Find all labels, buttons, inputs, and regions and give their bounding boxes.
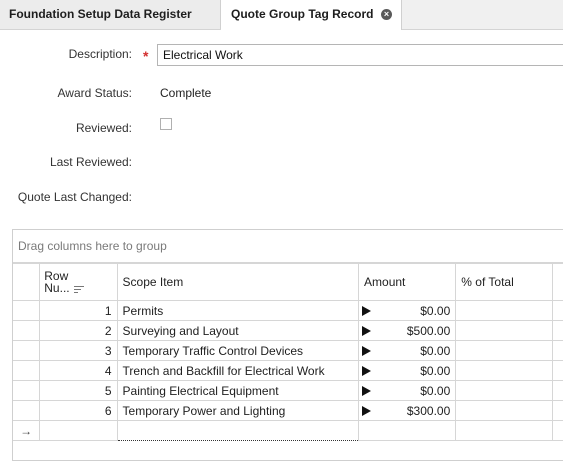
reviewed-label: Reviewed: — [75, 121, 132, 135]
arrow-right-icon: → — [13, 420, 41, 441]
play-triangle-icon[interactable] — [362, 306, 372, 316]
tab-label: Quote Group Tag Record — [231, 7, 374, 21]
tab-bar: Foundation Setup Data Register Quote Gro… — [0, 0, 563, 30]
last-reviewed-label: Last Reviewed: — [49, 155, 132, 169]
row-indicator[interactable] — [13, 400, 41, 421]
percent-total-cell[interactable] — [455, 320, 554, 341]
column-header-row-number[interactable]: Row Nu... — [39, 263, 118, 301]
amount-value: $0.00 — [420, 383, 451, 398]
extra-cell — [552, 380, 563, 401]
percent-total-cell[interactable] — [455, 380, 554, 401]
scope-items-grid: Drag columns here to group Row Nu... Sco… — [12, 229, 563, 461]
table-row[interactable]: 3 Temporary Traffic Control Devices $0.00 — [13, 340, 563, 361]
table-row[interactable]: 6 Temporary Power and Lighting $300.00 — [13, 400, 563, 421]
scope-items-table: Row Nu... Scope Item Amount % of Total 1… — [13, 263, 563, 441]
award-status-label: Award Status: — [57, 86, 132, 100]
amount-value: $0.00 — [420, 303, 451, 318]
column-header-amount[interactable]: Amount — [358, 263, 457, 301]
new-row-number-cell[interactable] — [39, 420, 118, 441]
scope-item-cell[interactable]: Surveying and Layout — [116, 320, 360, 341]
extra-cell — [552, 360, 563, 381]
percent-total-cell[interactable] — [455, 300, 554, 321]
scope-item-cell[interactable]: Temporary Traffic Control Devices — [116, 340, 360, 361]
row-number-cell[interactable]: 3 — [39, 340, 118, 361]
play-triangle-icon[interactable] — [362, 346, 372, 356]
percent-total-cell[interactable] — [455, 360, 554, 381]
table-row[interactable]: 4 Trench and Backfill for Electrical Work… — [13, 360, 563, 381]
amount-cell[interactable]: $0.00 — [358, 340, 457, 361]
record-form: Description: * Award Status: Complete Re… — [0, 30, 563, 228]
play-triangle-icon[interactable] — [362, 406, 372, 416]
row-indicator[interactable] — [13, 320, 41, 341]
row-number-cell[interactable]: 5 — [39, 380, 118, 401]
amount-value: $500.00 — [406, 323, 451, 338]
sort-icon[interactable] — [74, 286, 85, 295]
tab-foundation-setup-data-register[interactable]: Foundation Setup Data Register — [0, 0, 221, 29]
amount-value: $0.00 — [420, 343, 451, 358]
reviewed-checkbox[interactable] — [160, 118, 172, 130]
row-indicator[interactable] — [13, 340, 41, 361]
required-indicator: * — [143, 48, 149, 64]
table-row[interactable]: 5 Painting Electrical Equipment $0.00 — [13, 380, 563, 401]
percent-total-cell[interactable] — [455, 340, 554, 361]
quote-last-changed-label: Quote Last Changed: — [17, 190, 132, 204]
row-number-cell[interactable]: 2 — [39, 320, 118, 341]
description-label: Description: — [68, 47, 132, 61]
amount-cell[interactable]: $300.00 — [358, 400, 457, 421]
header-row: Row Nu... Scope Item Amount % of Total — [13, 263, 563, 301]
row-indicator-header — [13, 263, 41, 301]
amount-value: $0.00 — [420, 363, 451, 378]
row-indicator[interactable] — [13, 360, 41, 381]
amount-cell[interactable]: $0.00 — [358, 300, 457, 321]
row-indicator[interactable] — [13, 300, 41, 321]
play-triangle-icon[interactable] — [362, 326, 372, 336]
scope-item-cell[interactable]: Permits — [116, 300, 360, 321]
scope-item-cell[interactable]: Temporary Power and Lighting — [116, 400, 360, 421]
play-triangle-icon[interactable] — [362, 366, 372, 376]
extra-cell — [552, 420, 563, 441]
row-indicator[interactable] — [13, 380, 41, 401]
new-scope-item-cell[interactable] — [116, 420, 360, 441]
description-input[interactable] — [157, 44, 563, 66]
extra-cell — [552, 400, 563, 421]
new-percent-total-cell[interactable] — [455, 420, 554, 441]
row-number-cell[interactable]: 1 — [39, 300, 118, 321]
extra-cell — [552, 320, 563, 341]
amount-value: $300.00 — [406, 403, 451, 418]
award-status-value: Complete — [160, 86, 212, 100]
new-item-row[interactable]: → — [13, 420, 563, 441]
row-number-cell[interactable]: 6 — [39, 400, 118, 421]
play-triangle-icon[interactable] — [362, 386, 372, 396]
column-header-extra — [552, 263, 563, 301]
amount-cell[interactable]: $500.00 — [358, 320, 457, 341]
column-header-percent-total[interactable]: % of Total — [455, 263, 554, 301]
amount-cell[interactable]: $0.00 — [358, 360, 457, 381]
tab-quote-group-tag-record[interactable]: Quote Group Tag Record × — [221, 0, 402, 30]
row-number-cell[interactable]: 4 — [39, 360, 118, 381]
extra-cell — [552, 300, 563, 321]
scope-item-cell[interactable]: Trench and Backfill for Electrical Work — [116, 360, 360, 381]
group-by-panel[interactable]: Drag columns here to group — [13, 230, 563, 263]
new-amount-cell[interactable] — [358, 420, 457, 441]
tab-label: Foundation Setup Data Register — [9, 7, 192, 21]
column-header-scope-item[interactable]: Scope Item — [116, 263, 360, 301]
table-row[interactable]: 2 Surveying and Layout $500.00 — [13, 320, 563, 341]
table-row[interactable]: 1 Permits $0.00 — [13, 300, 563, 321]
scope-item-cell[interactable]: Painting Electrical Equipment — [116, 380, 360, 401]
percent-total-cell[interactable] — [455, 400, 554, 421]
close-icon[interactable]: × — [381, 9, 392, 20]
extra-cell — [552, 340, 563, 361]
amount-cell[interactable]: $0.00 — [358, 380, 457, 401]
